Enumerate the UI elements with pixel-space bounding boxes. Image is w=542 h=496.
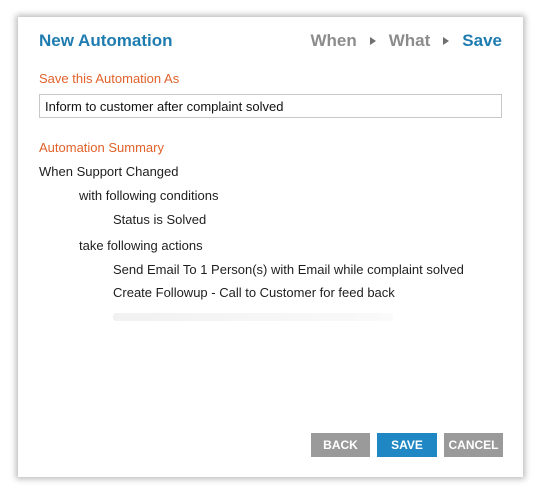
automation-name-input[interactable] [39,94,502,118]
dialog-header: New Automation When What Save [18,17,523,65]
actions-heading: take following actions [79,238,203,253]
action-item: Send Email To 1 Person(s) with Email whi… [113,262,464,277]
cancel-button[interactable]: CANCEL [444,433,503,457]
conditions-heading: with following conditions [79,188,219,203]
step-arrow-icon [369,37,376,45]
save-as-label: Save this Automation As [39,71,180,86]
condition-item: Status is Solved [113,212,207,227]
save-button[interactable]: SAVE [377,433,437,457]
step-when[interactable]: When [310,31,356,51]
dialog-title: New Automation [39,31,173,50]
wizard-steps: When What Save [310,31,502,51]
summary-trigger: When Support Changed [39,164,179,179]
automation-dialog: New Automation When What Save Save this … [18,17,523,477]
summary-label: Automation Summary [39,140,164,155]
back-button[interactable]: BACK [311,433,370,457]
faded-summary-line [113,313,393,321]
action-item: Create Followup - Call to Customer for f… [113,285,395,300]
step-what[interactable]: What [389,31,431,51]
step-save[interactable]: Save [462,31,502,51]
step-arrow-icon [443,37,450,45]
